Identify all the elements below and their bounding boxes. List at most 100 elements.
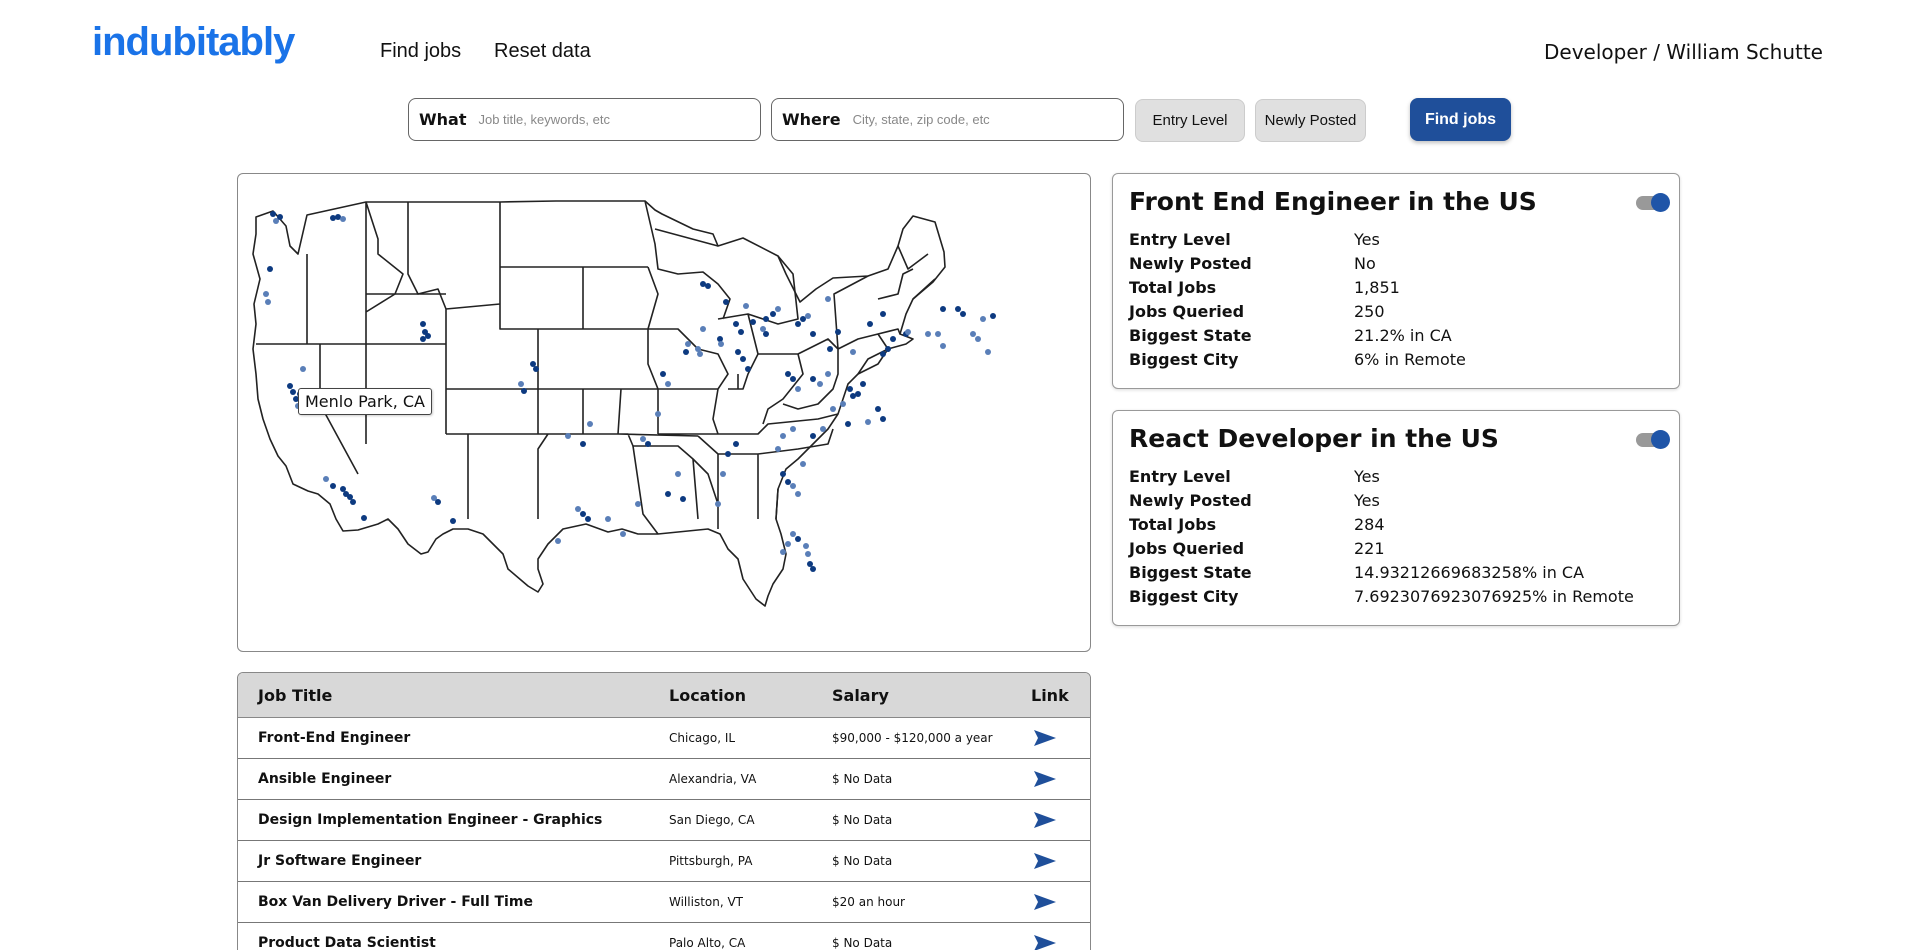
- job-location-dot[interactable]: [807, 561, 813, 567]
- job-location-dot[interactable]: [640, 436, 646, 442]
- job-location-dot[interactable]: [720, 471, 726, 477]
- job-location-dot[interactable]: [795, 321, 801, 327]
- job-title-cell[interactable]: Box Van Delivery Driver - Full Time: [258, 894, 533, 910]
- job-location-dot[interactable]: [620, 531, 626, 537]
- job-location-dot[interactable]: [340, 486, 346, 492]
- table-row[interactable]: Box Van Delivery Driver - Full Time Willi…: [238, 882, 1090, 923]
- job-location-dot[interactable]: [425, 333, 431, 339]
- job-location-dot[interactable]: [880, 311, 886, 317]
- job-location-dot[interactable]: [361, 515, 367, 521]
- job-location-dot[interactable]: [855, 391, 861, 397]
- job-location-dot[interactable]: [763, 331, 769, 337]
- job-location-dot[interactable]: [985, 349, 991, 355]
- job-location-dot[interactable]: [975, 336, 981, 342]
- where-input[interactable]: [852, 112, 1113, 127]
- job-location-dot[interactable]: [347, 494, 353, 500]
- job-location-dot[interactable]: [960, 311, 966, 317]
- job-location-dot[interactable]: [267, 266, 273, 272]
- job-location-dot[interactable]: [518, 381, 524, 387]
- job-location-dot[interactable]: [805, 313, 811, 319]
- job-location-dot[interactable]: [795, 386, 801, 392]
- job-location-dot[interactable]: [795, 536, 801, 542]
- job-location-dot[interactable]: [733, 321, 739, 327]
- job-title-cell[interactable]: Design Implementation Engineer - Graphic…: [258, 812, 602, 828]
- job-location-dot[interactable]: [717, 336, 723, 342]
- job-location-dot[interactable]: [955, 306, 961, 312]
- job-location-dot[interactable]: [575, 506, 581, 512]
- job-location-dot[interactable]: [750, 319, 756, 325]
- job-location-dot[interactable]: [785, 371, 791, 377]
- job-location-dot[interactable]: [925, 331, 931, 337]
- job-location-dot[interactable]: [800, 461, 806, 467]
- job-location-dot[interactable]: [340, 216, 346, 222]
- job-location-dot[interactable]: [820, 426, 826, 432]
- nav-find-jobs-link[interactable]: Find jobs: [380, 40, 461, 63]
- job-title-cell[interactable]: Jr Software Engineer: [258, 853, 421, 869]
- job-location-dot[interactable]: [785, 541, 791, 547]
- job-location-dot[interactable]: [875, 406, 881, 412]
- job-location-dot[interactable]: [803, 543, 809, 549]
- find-jobs-button[interactable]: Find jobs: [1410, 98, 1511, 141]
- job-location-dot[interactable]: [530, 361, 536, 367]
- job-location-dot[interactable]: [940, 343, 946, 349]
- send-arrow-icon[interactable]: [1033, 811, 1057, 829]
- job-location-dot[interactable]: [683, 349, 689, 355]
- table-row[interactable]: Jr Software Engineer Pittsburgh, PA $ No D…: [238, 841, 1090, 882]
- job-location-dot[interactable]: [665, 491, 671, 497]
- job-location-dot[interactable]: [330, 215, 336, 221]
- job-location-dot[interactable]: [990, 313, 996, 319]
- job-location-dot[interactable]: [265, 299, 271, 305]
- job-location-dot[interactable]: [850, 349, 856, 355]
- job-location-dot[interactable]: [725, 451, 731, 457]
- job-location-dot[interactable]: [825, 296, 831, 302]
- send-arrow-icon[interactable]: [1033, 934, 1057, 950]
- job-location-dot[interactable]: [270, 211, 276, 217]
- job-location-dot[interactable]: [738, 329, 744, 335]
- job-location-dot[interactable]: [770, 311, 776, 317]
- job-title-cell[interactable]: Ansible Engineer: [258, 771, 391, 787]
- indubitably-logo[interactable]: indubitably: [92, 20, 295, 65]
- job-location-dot[interactable]: [805, 551, 811, 557]
- col-header-location[interactable]: Location: [669, 686, 746, 705]
- job-location-dot[interactable]: [780, 433, 786, 439]
- job-location-dot[interactable]: [665, 381, 671, 387]
- send-arrow-icon[interactable]: [1033, 852, 1057, 870]
- entry-level-filter-button[interactable]: Entry Level: [1135, 99, 1245, 142]
- job-location-dot[interactable]: [785, 479, 791, 485]
- send-arrow-icon[interactable]: [1033, 770, 1057, 788]
- job-location-dot[interactable]: [580, 511, 586, 517]
- job-location-dot[interactable]: [825, 371, 831, 377]
- job-location-dot[interactable]: [635, 501, 641, 507]
- job-location-dot[interactable]: [290, 389, 296, 395]
- job-location-dot[interactable]: [697, 351, 703, 357]
- job-location-dot[interactable]: [935, 331, 941, 337]
- job-location-dot[interactable]: [790, 376, 796, 382]
- job-location-dot[interactable]: [890, 336, 896, 342]
- job-location-dot[interactable]: [715, 501, 721, 507]
- job-location-dot[interactable]: [350, 499, 356, 505]
- job-location-dot[interactable]: [970, 331, 976, 337]
- job-location-dot[interactable]: [733, 441, 739, 447]
- table-row[interactable]: Design Implementation Engineer - Graphic…: [238, 800, 1090, 841]
- job-location-dot[interactable]: [795, 491, 801, 497]
- job-location-dot[interactable]: [420, 336, 426, 342]
- job-location-dot[interactable]: [780, 549, 786, 555]
- job-location-dot[interactable]: [847, 386, 853, 392]
- job-location-dot[interactable]: [905, 329, 911, 335]
- job-location-dot[interactable]: [277, 214, 283, 220]
- job-location-dot[interactable]: [840, 401, 846, 407]
- job-location-dot[interactable]: [580, 441, 586, 447]
- send-arrow-icon[interactable]: [1033, 729, 1057, 747]
- job-location-dot[interactable]: [565, 433, 571, 439]
- query-visibility-toggle[interactable]: [1636, 193, 1670, 212]
- col-header-salary[interactable]: Salary: [832, 686, 889, 705]
- col-header-job-title[interactable]: Job Title: [258, 686, 332, 705]
- job-location-dot[interactable]: [585, 516, 591, 522]
- job-location-dot[interactable]: [330, 483, 336, 489]
- job-location-dot[interactable]: [830, 406, 836, 412]
- job-location-dot[interactable]: [435, 499, 441, 505]
- job-location-dot[interactable]: [655, 411, 661, 417]
- table-row[interactable]: Front-End Engineer Chicago, IL $90,000 - $…: [238, 718, 1090, 759]
- job-location-dot[interactable]: [718, 341, 724, 347]
- job-location-dot[interactable]: [740, 356, 746, 362]
